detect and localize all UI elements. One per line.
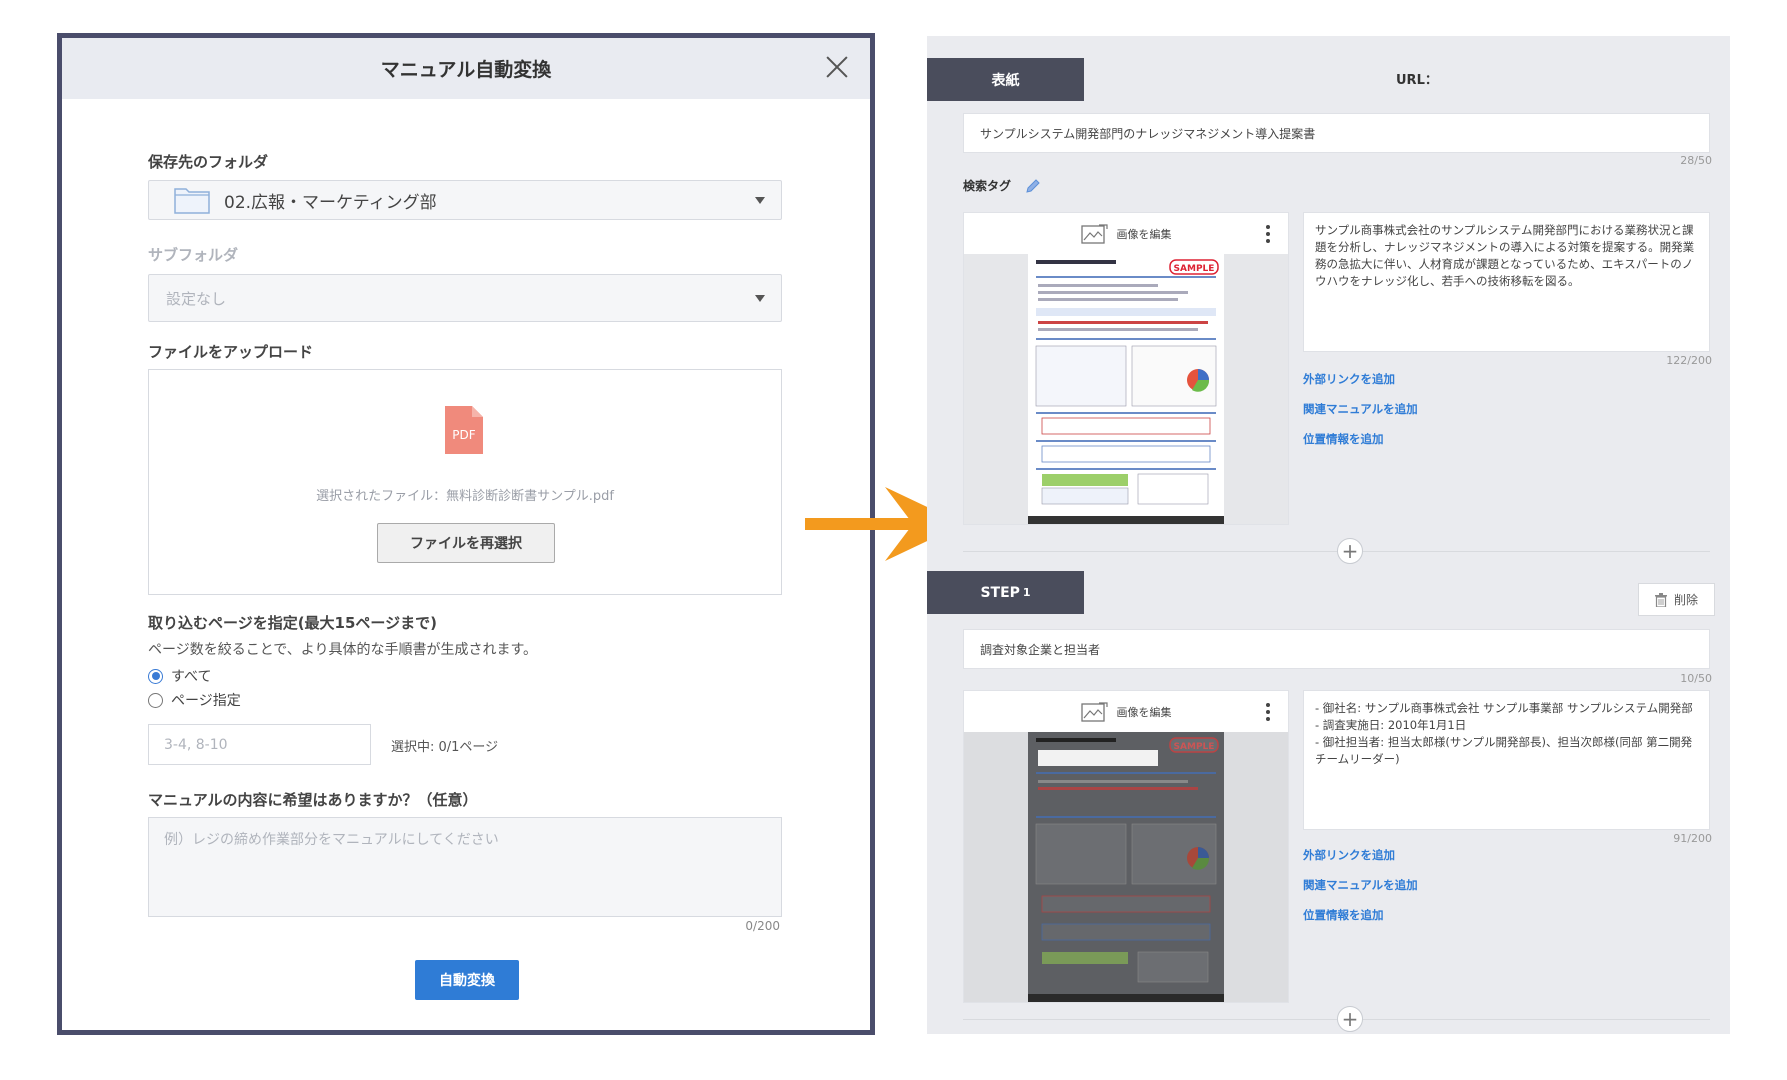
radio-specify-pages[interactable]: ページ指定 <box>148 690 241 710</box>
chevron-down-icon <box>755 197 765 204</box>
sample-stamp: SAMPLE <box>1174 264 1215 274</box>
step-title-input[interactable]: 調査対象企業と担当者 <box>963 629 1710 669</box>
url-label: URL： <box>1396 73 1438 88</box>
edit-image-label[interactable]: 画像を編集 <box>1117 704 1172 720</box>
reselect-file-button[interactable]: ファイルを再選択 <box>377 523 555 563</box>
search-tag-text: 検索タグ <box>963 179 1012 193</box>
upload-label: ファイルをアップロード <box>148 343 314 361</box>
subfolder-select[interactable]: 設定なし <box>148 274 782 322</box>
delete-step-button[interactable]: 削除 <box>1638 583 1715 616</box>
image-toolbar: 画像を編集 <box>964 213 1288 254</box>
chevron-down-icon <box>755 295 765 302</box>
add-related-manual[interactable]: 関連マニュアルを追加 <box>1303 401 1418 417</box>
image-toolbar: 画像を編集 <box>964 691 1288 732</box>
image-edit-icon[interactable] <box>1080 701 1109 723</box>
document-thumbnail: SAMPLE <box>1028 254 1224 524</box>
trash-icon <box>1654 592 1667 608</box>
pages-hint: ページ数を絞ることで、より具体的な手順書が生成されます。 <box>148 642 538 658</box>
request-label: マニュアルの内容に希望はありますか？（任意） <box>148 791 478 809</box>
document-thumbnail-dimmed: SAMPLE <box>1028 732 1224 1002</box>
auto-convert-button[interactable]: 自動変換 <box>415 960 519 1000</box>
add-external-link[interactable]: 外部リンクを追加 <box>1303 847 1395 863</box>
step-number: 1 <box>1022 586 1031 599</box>
dialog-title: マニュアル自動変換 <box>380 59 552 81</box>
sample-stamp: SAMPLE <box>1174 742 1215 752</box>
add-step-plus-icon[interactable]: + <box>1337 538 1363 564</box>
cover-title-input[interactable]: サンプルシステム開発部門のナレッジマネジメント導入提案書 <box>963 113 1710 153</box>
cover-description[interactable]: サンプル商事株式会社のサンプルシステム開発部門における業務状況と課題を分析し、ナ… <box>1303 212 1710 352</box>
folder-value: 02.広報・マーケティング部 <box>224 192 437 213</box>
upload-dropzone[interactable]: PDF 選択されたファイル：無料診断診断書サンプル.pdf ファイルを再選択 <box>148 369 782 595</box>
cover-tab[interactable]: 表紙 <box>927 58 1084 101</box>
pages-label: 取り込むページを指定(最大15ページまで) <box>148 614 437 632</box>
folder-select[interactable]: 02.広報・マーケティング部 <box>148 180 782 220</box>
close-icon[interactable] <box>822 52 852 82</box>
radio-checked-icon[interactable] <box>148 668 163 684</box>
selected-file-text: 選択されたファイル：無料診断診断書サンプル.pdf <box>316 489 614 504</box>
radio-all-label: すべて <box>171 669 212 685</box>
dialog-header: マニュアル自動変換 <box>62 38 870 99</box>
more-vertical-icon[interactable] <box>1266 224 1270 244</box>
auto-convert-dialog: マニュアル自動変換 保存先のフォルダ 02.広報・マーケティング部 サブフォルダ… <box>57 33 875 1035</box>
request-textarea[interactable]: 例）レジの締め作業部分をマニュアルにしてください <box>148 817 782 917</box>
subfolder-label: サブフォルダ <box>148 246 239 264</box>
svg-text:PDF: PDF <box>452 428 475 442</box>
cover-title-count: 28/50 <box>1680 154 1712 167</box>
image-preview-area: SAMPLE <box>964 732 1288 1002</box>
add-related-manual[interactable]: 関連マニュアルを追加 <box>1303 877 1418 893</box>
manual-editor-panel: 表紙 URL： サンプルシステム開発部門のナレッジマネジメント導入提案書 28/… <box>927 36 1730 1034</box>
step-label: STEP <box>980 584 1020 601</box>
more-vertical-icon[interactable] <box>1266 702 1270 722</box>
folder-label: 保存先のフォルダ <box>148 153 269 171</box>
request-char-counter: 0/200 <box>745 919 780 933</box>
radio-unchecked-icon[interactable] <box>148 692 163 708</box>
step-image-card: 画像を編集 SAMPLE <box>963 690 1289 1003</box>
pencil-icon[interactable] <box>1025 178 1041 194</box>
step-desc-count: 91/200 <box>1673 832 1712 845</box>
step-description[interactable]: - 御社名: サンプル商事株式会社 サンプル事業部 サンプルシステム開発部 - … <box>1303 690 1710 830</box>
search-tag-label: 検索タグ <box>963 177 1041 194</box>
subfolder-value: 設定なし <box>166 289 227 308</box>
folder-icon <box>174 186 210 214</box>
pdf-file-icon: PDF <box>445 406 483 454</box>
radio-pages-label: ページ指定 <box>171 693 241 709</box>
add-external-link[interactable]: 外部リンクを追加 <box>1303 371 1395 387</box>
cover-image-card: 画像を編集 SAMPLE <box>963 212 1289 525</box>
image-edit-icon[interactable] <box>1080 223 1109 245</box>
add-location-info[interactable]: 位置情報を追加 <box>1303 431 1384 447</box>
step-tab[interactable]: STEP 1 <box>927 571 1084 614</box>
cover-desc-count: 122/200 <box>1666 354 1712 367</box>
add-step-plus-icon[interactable]: + <box>1337 1006 1363 1032</box>
selected-page-count: 選択中: 0/1ページ <box>391 740 499 755</box>
delete-label: 削除 <box>1673 593 1698 607</box>
radio-all-pages[interactable]: すべて <box>148 666 211 686</box>
image-preview-area: SAMPLE <box>964 254 1288 524</box>
edit-image-label[interactable]: 画像を編集 <box>1117 226 1172 242</box>
page-range-input[interactable]: 3-4, 8-10 <box>148 724 371 765</box>
add-location-info[interactable]: 位置情報を追加 <box>1303 907 1384 923</box>
step-title-count: 10/50 <box>1680 672 1712 685</box>
